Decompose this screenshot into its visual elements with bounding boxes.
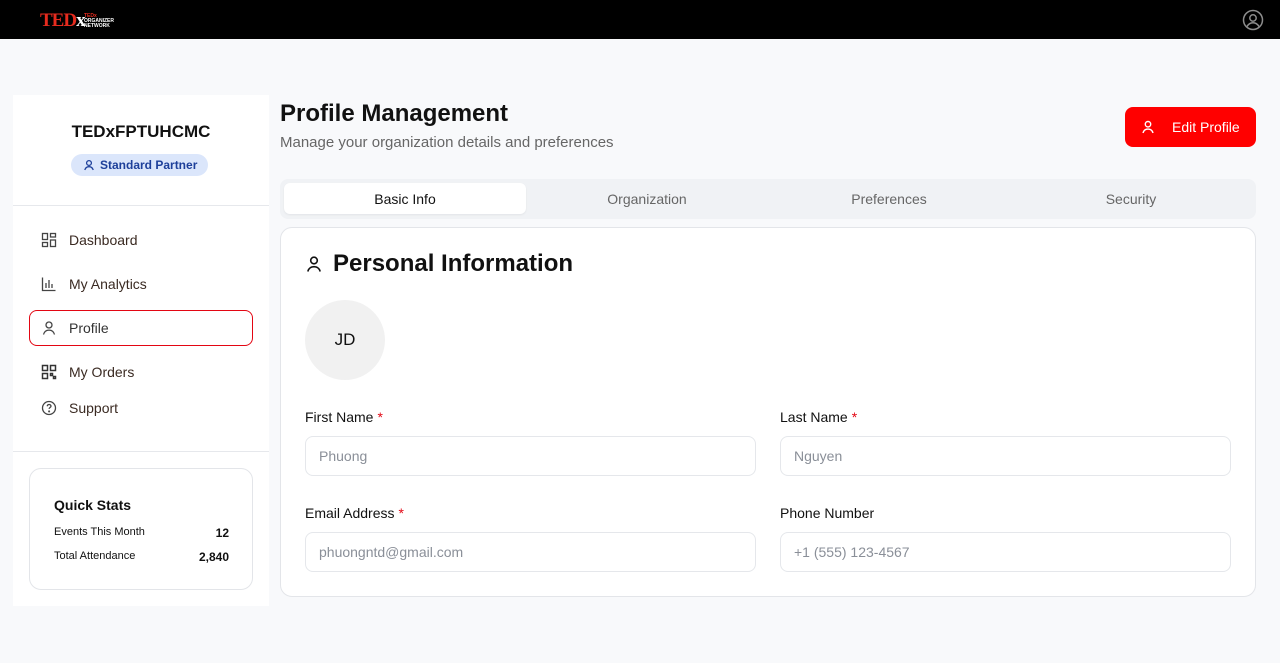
sidebar-item-label: Support <box>69 400 119 416</box>
sidebar-item-label: My Analytics <box>69 276 147 292</box>
card-title: Personal Information <box>333 250 574 277</box>
quick-stats-card: Quick Stats Events This Month 12 Total A… <box>29 468 253 590</box>
phone-field[interactable] <box>780 532 1231 572</box>
org-name: TEDxFPTUHCMC <box>71 122 211 141</box>
account-icon[interactable] <box>1242 9 1264 31</box>
sidebar-item-my-analytics[interactable]: My Analytics <box>29 266 253 302</box>
page-subtitle: Manage your organization details and pre… <box>280 134 614 151</box>
logo-mark: TEDx <box>40 10 86 31</box>
user-icon <box>305 255 323 273</box>
email-label: Email Address * <box>305 505 404 521</box>
stat-row-attendance: Total Attendance 2,840 <box>54 550 229 564</box>
card-header: Personal Information <box>305 250 573 278</box>
stat-value: 2,840 <box>198 550 229 564</box>
user-icon <box>1141 120 1155 134</box>
partner-badge: Standard Partner <box>71 154 209 176</box>
sidebar: TEDxFPTUHCMC Standard Partner Dashboard … <box>13 95 269 606</box>
personal-information-card: Personal Information JD First Name* Last… <box>280 227 1256 597</box>
first-name-label: First Name * <box>305 409 383 425</box>
tab-organization[interactable]: Organization <box>526 183 768 214</box>
grid-icon <box>41 364 57 380</box>
partner-badge-label: Standard Partner <box>100 158 198 172</box>
edit-profile-label: Edit Profile <box>1172 119 1240 135</box>
last-name-field[interactable] <box>780 436 1231 476</box>
page-title: Profile Management <box>280 100 509 127</box>
sidebar-item-label: Dashboard <box>69 232 138 248</box>
phone-label: Phone Number <box>780 505 875 521</box>
user-icon <box>41 320 57 336</box>
top-bar: TEDx TEDx ORGANIZER NETWORK <box>0 0 1280 39</box>
sidebar-item-my-orders[interactable]: My Orders <box>29 354 253 390</box>
profile-tabs: Basic Info Organization Preferences Secu… <box>280 179 1256 219</box>
avatar[interactable]: JD <box>305 300 385 380</box>
quick-stats-title: Quick Stats <box>54 497 132 513</box>
sidebar-item-support[interactable]: Support <box>29 390 253 426</box>
first-name-field[interactable] <box>305 436 756 476</box>
sidebar-item-profile[interactable]: Profile <box>29 310 253 346</box>
bar-chart-icon <box>41 276 57 292</box>
help-circle-icon <box>41 400 57 416</box>
logo-subtitle: TEDx ORGANIZER NETWORK <box>84 13 114 29</box>
sidebar-item-dashboard[interactable]: Dashboard <box>29 222 253 258</box>
stat-label: Total Attendance <box>54 550 136 562</box>
dashboard-icon <box>41 232 57 248</box>
stat-row-events: Events This Month 12 <box>54 526 229 540</box>
tab-security[interactable]: Security <box>1010 183 1252 214</box>
sidebar-item-label: My Orders <box>69 364 135 380</box>
divider <box>13 205 269 206</box>
stat-label: Events This Month <box>54 526 145 538</box>
last-name-label: Last Name * <box>780 409 858 425</box>
tab-preferences[interactable]: Preferences <box>768 183 1010 214</box>
email-field[interactable] <box>305 532 756 572</box>
divider <box>13 451 269 452</box>
user-icon <box>83 159 95 171</box>
tedx-logo[interactable]: TEDx TEDx ORGANIZER NETWORK <box>40 10 116 32</box>
stat-value: 12 <box>215 526 229 540</box>
edit-profile-button[interactable]: Edit Profile <box>1125 107 1256 147</box>
tab-basic-info[interactable]: Basic Info <box>284 183 526 214</box>
sidebar-item-label: Profile <box>69 320 109 336</box>
